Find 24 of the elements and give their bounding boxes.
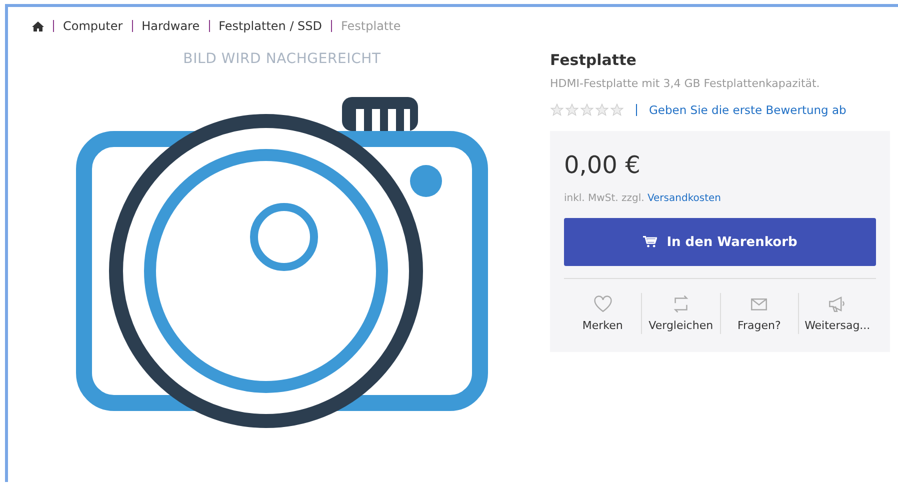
product-description: HDMI-Festplatte mit 3,4 GB Festplattenkapazität. bbox=[550, 77, 821, 90]
star-icon bbox=[580, 103, 594, 117]
review-link[interactable]: Geben Sie die erste Bewertung ab bbox=[649, 103, 846, 117]
megaphone-icon bbox=[827, 295, 848, 313]
home-icon[interactable] bbox=[32, 20, 44, 32]
breadcrumb-link[interactable]: Festplatten / SSD bbox=[218, 19, 322, 33]
heart-icon bbox=[592, 295, 613, 313]
action-button[interactable]: Weitersag... bbox=[798, 293, 876, 334]
star-icon bbox=[550, 103, 564, 117]
action-button[interactable]: Fragen? bbox=[720, 293, 798, 334]
image-caption: BILD WIRD NACHGEREICHT bbox=[183, 51, 381, 67]
action-button[interactable]: Merken bbox=[564, 293, 642, 334]
add-to-cart-button[interactable]: In den Warenkorb bbox=[564, 218, 876, 266]
product-title: Festplatte bbox=[550, 51, 638, 69]
cart-icon bbox=[642, 236, 657, 248]
tax-note: inkl. MwSt. zzgl. bbox=[564, 193, 644, 204]
star-icon bbox=[565, 103, 579, 117]
shipping-link[interactable]: Versandkosten bbox=[647, 193, 721, 204]
star-icon bbox=[595, 103, 609, 117]
action-button[interactable]: Vergleichen bbox=[641, 293, 720, 334]
star-icon bbox=[610, 103, 624, 117]
breadcrumb-link[interactable]: Computer bbox=[63, 19, 123, 33]
price: 0,00 € bbox=[564, 151, 642, 179]
breadcrumb-link[interactable]: Hardware bbox=[142, 19, 200, 33]
